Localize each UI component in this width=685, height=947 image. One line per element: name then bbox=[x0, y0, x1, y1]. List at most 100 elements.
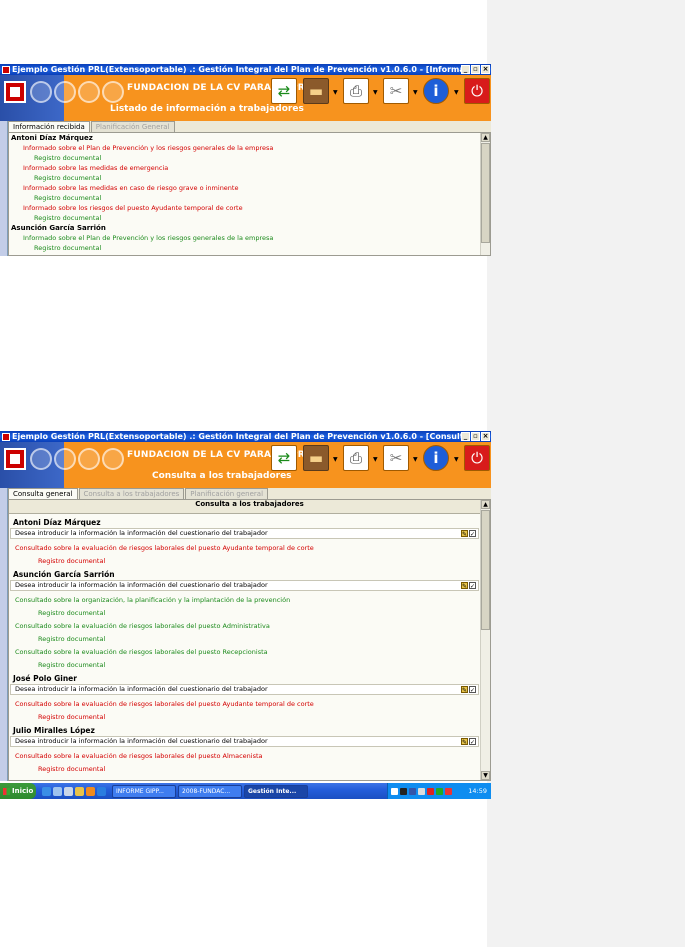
title-bar: Ejemplo Gestión PRL(Extensoportable) .: … bbox=[0, 64, 491, 75]
checkbox[interactable]: ✓ bbox=[469, 530, 476, 538]
restore-button[interactable]: ▫ bbox=[471, 65, 480, 74]
tools-icon[interactable]: ✂ bbox=[383, 445, 409, 471]
scroll-thumb[interactable] bbox=[481, 143, 490, 243]
tab-consulta-general[interactable]: Consulta general bbox=[8, 488, 78, 499]
chevron-down-icon[interactable]: ▼ bbox=[454, 456, 459, 463]
chevron-down-icon[interactable]: ▼ bbox=[413, 456, 418, 463]
document-link[interactable]: Registro documental bbox=[9, 193, 480, 203]
browser-icon[interactable] bbox=[42, 786, 51, 796]
close-button[interactable]: × bbox=[481, 65, 490, 74]
checkbox[interactable]: ✓ bbox=[469, 582, 476, 590]
start-button[interactable]: Inicio bbox=[0, 783, 36, 799]
vertical-scrollbar[interactable]: ▲ bbox=[480, 133, 490, 255]
printer-icon[interactable]: ⎙ bbox=[343, 78, 369, 104]
questionnaire-row[interactable]: Desea introducir la información la infor… bbox=[10, 736, 479, 747]
quick-launch bbox=[42, 786, 106, 796]
refresh-icon[interactable]: ⇄ bbox=[271, 445, 297, 471]
questionnaire-row[interactable]: Desea introducir la información la infor… bbox=[10, 580, 479, 591]
info-icon[interactable]: i bbox=[423, 78, 449, 104]
person-name: Asunción García Sarrión bbox=[13, 570, 115, 579]
scroll-up-icon[interactable]: ▲ bbox=[481, 133, 490, 142]
tray-icon[interactable] bbox=[418, 787, 425, 795]
document-link[interactable]: Registro documental bbox=[9, 633, 480, 646]
checkbox[interactable]: ✓ bbox=[469, 686, 476, 694]
chevron-down-icon[interactable]: ▼ bbox=[373, 89, 378, 96]
task-fundacion[interactable]: 2008-FUNDAC... bbox=[178, 784, 242, 798]
tab-consulta-trabajadores[interactable]: Consulta a los trabajadores bbox=[78, 488, 185, 499]
info-icon[interactable]: i bbox=[423, 445, 449, 471]
document-link[interactable]: Registro documental bbox=[9, 711, 480, 724]
title-bar: Ejemplo Gestión PRL(Extensoportable) .: … bbox=[0, 431, 491, 442]
checkbox[interactable]: ✓ bbox=[469, 738, 476, 746]
questionnaire-row[interactable]: Desea introducir la información la infor… bbox=[10, 528, 479, 539]
edit-icon[interactable]: ✎ bbox=[461, 686, 468, 694]
messenger-icon[interactable] bbox=[97, 786, 106, 796]
tray-icon[interactable] bbox=[391, 787, 398, 795]
list-item[interactable]: Informado sobre los riesgos del puesto A… bbox=[9, 203, 480, 213]
chevron-down-icon[interactable]: ▼ bbox=[333, 89, 338, 96]
list-item[interactable]: Informado sobre el Plan de Prevención y … bbox=[9, 143, 480, 153]
refresh-icon[interactable]: ⇄ bbox=[271, 78, 297, 104]
window-consulta: Ejemplo Gestión PRL(Extensoportable) .: … bbox=[0, 431, 491, 781]
list-item[interactable]: Informado sobre las medidas en caso de r… bbox=[9, 183, 480, 193]
media-icon[interactable] bbox=[86, 786, 95, 796]
chevron-down-icon[interactable]: ▼ bbox=[373, 456, 378, 463]
tray-icon[interactable] bbox=[436, 787, 443, 795]
document-link[interactable]: Registro documental bbox=[9, 763, 480, 776]
list-item[interactable]: Consultado sobre la evaluación de riesgo… bbox=[9, 646, 480, 659]
minimize-button[interactable]: _ bbox=[461, 65, 470, 74]
folder-icon[interactable] bbox=[75, 786, 84, 796]
task-informe[interactable]: INFORME GIPP... bbox=[112, 784, 176, 798]
clock: 14:59 bbox=[468, 787, 487, 795]
scroll-down-icon[interactable]: ▼ bbox=[481, 771, 490, 780]
edit-icon[interactable]: ✎ bbox=[461, 582, 468, 590]
app-icon[interactable] bbox=[64, 786, 73, 796]
list-item[interactable]: Consultado sobre la evaluación de riesgo… bbox=[9, 698, 480, 711]
power-icon[interactable]: ⏻ bbox=[464, 78, 490, 104]
document-link[interactable]: Registro documental bbox=[9, 213, 480, 223]
minimize-button[interactable]: _ bbox=[461, 432, 470, 441]
list-item[interactable]: Consultado sobre la evaluación de riesgo… bbox=[9, 750, 480, 763]
list-item[interactable]: Consultado sobre la evaluación de riesgo… bbox=[9, 542, 480, 555]
list-item[interactable]: Consultado sobre la organización, la pla… bbox=[9, 594, 480, 607]
power-icon[interactable]: ⏻ bbox=[464, 445, 490, 471]
document-link[interactable]: Registro documental bbox=[9, 555, 480, 568]
document-link[interactable]: Registro documental bbox=[9, 173, 480, 183]
briefcase-icon[interactable]: ▬ bbox=[303, 445, 329, 471]
list-item[interactable]: Informado sobre el Plan de Prevención y … bbox=[9, 233, 480, 243]
document-link[interactable]: Registro documental bbox=[9, 659, 480, 672]
list-item[interactable]: Consultado sobre la evaluación de riesgo… bbox=[9, 620, 480, 633]
info-list: Antoni Díaz Márquez Informado sobre el P… bbox=[9, 133, 480, 253]
app-icon bbox=[2, 65, 10, 74]
list-item[interactable]: Informado sobre las medidas de emergenci… bbox=[9, 163, 480, 173]
windows-logo-icon bbox=[3, 787, 10, 795]
tab-bar: Consulta general Consulta a los trabajad… bbox=[0, 488, 491, 499]
questionnaire-row[interactable]: Desea introducir la información la infor… bbox=[10, 684, 479, 695]
edit-icon[interactable]: ✎ bbox=[461, 530, 468, 538]
system-tray: 14:59 bbox=[387, 783, 491, 799]
tab-planificacion-general[interactable]: Planificación general bbox=[185, 488, 269, 499]
chevron-down-icon[interactable]: ▼ bbox=[454, 89, 459, 96]
scroll-thumb[interactable] bbox=[481, 510, 490, 630]
close-button[interactable]: × bbox=[481, 432, 490, 441]
tab-planificacion-general[interactable]: Planificación General bbox=[90, 121, 175, 132]
tab-informacion-recibida[interactable]: Información recibida bbox=[8, 121, 90, 132]
edit-icon[interactable]: ✎ bbox=[461, 738, 468, 746]
printer-icon[interactable]: ⎙ bbox=[343, 445, 369, 471]
document-link[interactable]: Registro documental bbox=[9, 607, 480, 620]
tray-icon[interactable] bbox=[400, 787, 407, 795]
chevron-down-icon[interactable]: ▼ bbox=[333, 456, 338, 463]
document-link[interactable]: Registro documental bbox=[9, 243, 480, 253]
document-link[interactable]: Registro documental bbox=[9, 153, 480, 163]
restore-button[interactable]: ▫ bbox=[471, 432, 480, 441]
tray-icon[interactable] bbox=[409, 787, 416, 795]
tools-icon[interactable]: ✂ bbox=[383, 78, 409, 104]
desktop-icon[interactable] bbox=[53, 786, 62, 796]
vertical-scrollbar[interactable]: ▲ ▼ bbox=[480, 500, 490, 780]
task-gestion[interactable]: Gestión Inte... bbox=[244, 784, 308, 798]
scroll-up-icon[interactable]: ▲ bbox=[481, 500, 490, 509]
tray-icon[interactable] bbox=[427, 787, 434, 795]
tray-icon[interactable] bbox=[445, 787, 452, 795]
chevron-down-icon[interactable]: ▼ bbox=[413, 89, 418, 96]
briefcase-icon[interactable]: ▬ bbox=[303, 78, 329, 104]
